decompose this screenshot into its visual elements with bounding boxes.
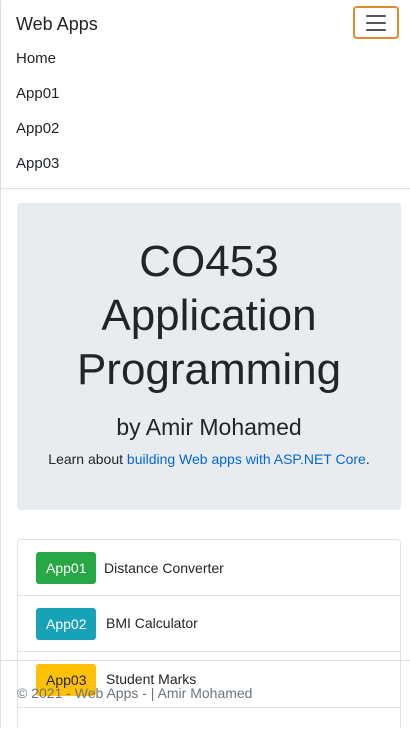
author-heading: by Amir Mohamed bbox=[116, 414, 302, 440]
app02-badge[interactable]: App02 bbox=[36, 608, 97, 640]
app01-badge[interactable]: App01 bbox=[36, 552, 97, 584]
hamburger-icon bbox=[366, 15, 386, 17]
nav-item-home[interactable]: Home bbox=[16, 50, 56, 68]
aspnet-docs-link[interactable]: building Web apps with ASP.NET Core bbox=[127, 451, 366, 467]
title-line: Application bbox=[101, 291, 317, 340]
navbar: Web Apps Home App01 App02 App03 bbox=[1, 0, 410, 189]
lead-prefix: Learn about bbox=[48, 451, 127, 467]
app02-label: BMI Calculator bbox=[106, 615, 198, 631]
lead-text: Learn about building Web apps with ASP.N… bbox=[17, 450, 401, 468]
nav-item-app02[interactable]: App02 bbox=[16, 120, 59, 138]
hamburger-icon bbox=[366, 22, 386, 24]
app01-label: Distance Converter bbox=[104, 560, 224, 576]
navbar-brand[interactable]: Web Apps bbox=[16, 13, 98, 35]
jumbotron: CO453 Application Programming by Amir Mo… bbox=[17, 203, 401, 510]
list-item[interactable]: App02 BMI Calculator bbox=[18, 596, 400, 652]
navbar-toggler-button[interactable] bbox=[353, 6, 399, 39]
page-title: CO453 Application Programming bbox=[17, 235, 401, 397]
lead-suffix: . bbox=[365, 451, 370, 467]
footer-copyright: © 2021 - Web Apps - | Amir Mohamed bbox=[17, 685, 253, 701]
nav-item-app03[interactable]: App03 bbox=[16, 155, 59, 173]
nav-item-app01[interactable]: App01 bbox=[16, 85, 59, 103]
hamburger-icon bbox=[366, 29, 386, 31]
title-line: Programming bbox=[76, 345, 342, 394]
title-line: CO453 bbox=[139, 237, 279, 286]
footer: © 2021 - Web Apps - | Amir Mohamed bbox=[1, 660, 410, 729]
list-item[interactable]: App01 Distance Converter bbox=[18, 540, 400, 596]
